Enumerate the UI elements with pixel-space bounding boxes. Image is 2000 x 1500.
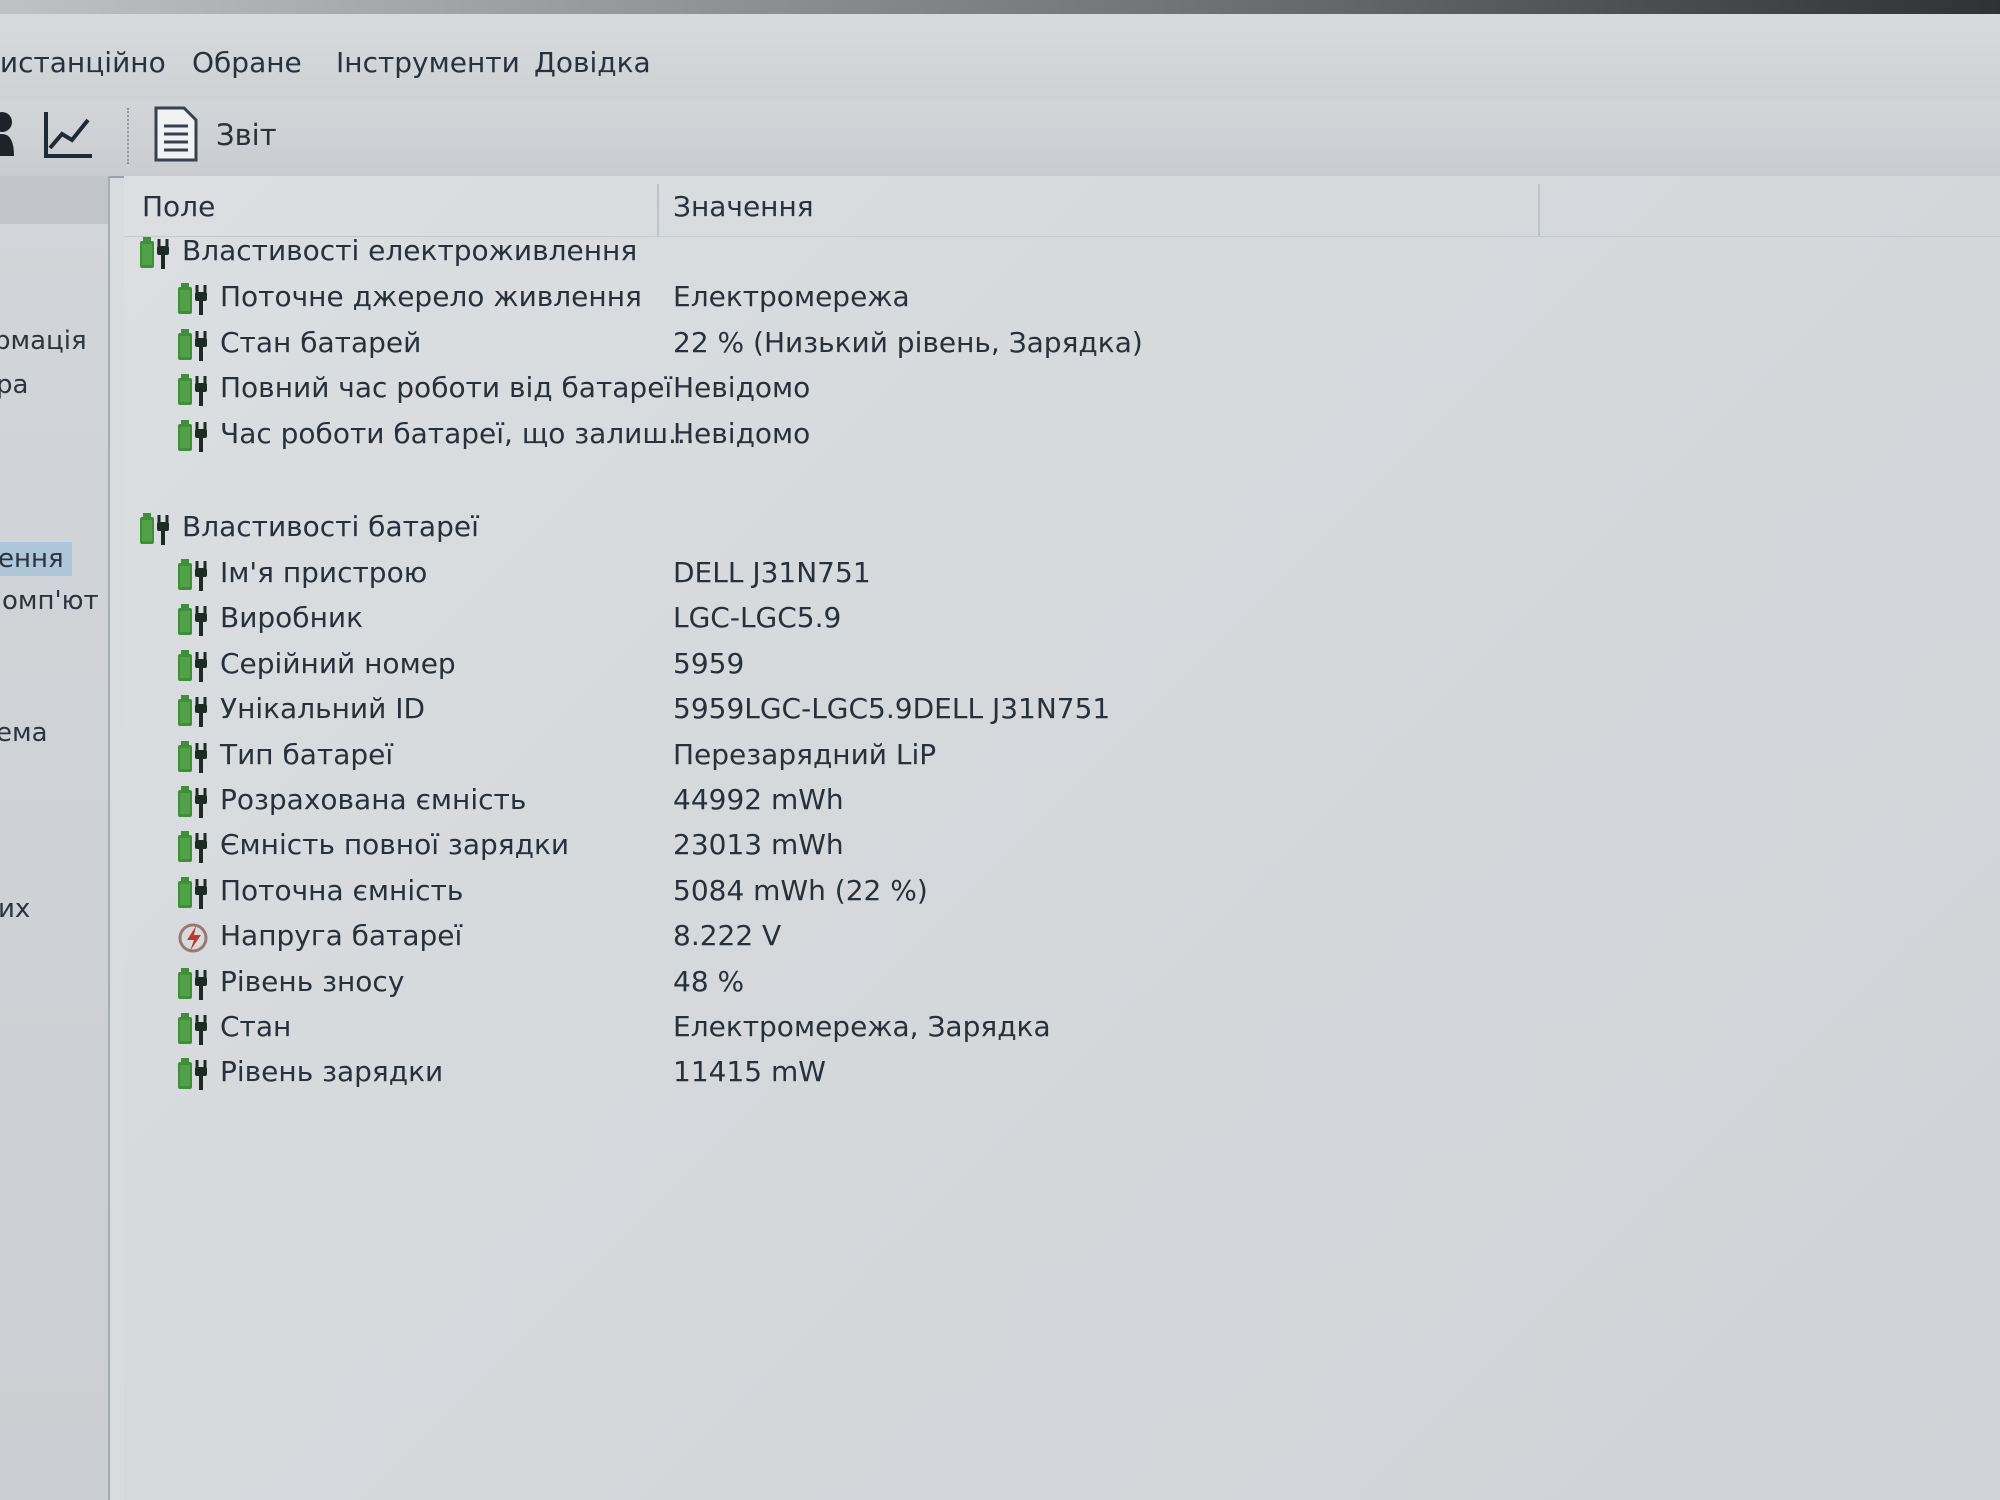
property-value: 5084 mWh (22 %) [673,874,928,907]
group-title: Властивості батареї [182,510,479,543]
battery-plug-icon [138,512,174,546]
property-name: Серійний номер [220,647,456,680]
property-name: Тип батареї [220,738,394,771]
property-value: 8.222 V [673,919,782,952]
group-title: Властивості електроживлення [182,234,638,267]
property-row[interactable]: Повний час роботи від батареї Невідомо [0,371,2000,415]
property-name: Поточне джерело живлення [220,280,642,313]
battery-plug-icon [138,236,174,270]
toolbar [0,100,2000,178]
battery-plug-icon [176,373,212,407]
property-name: Ємність повної зарядки [220,828,570,861]
menu-favorites[interactable]: Обране [192,46,302,79]
property-name: Стан батарей [220,326,422,359]
sidebar-header-strip [0,176,108,224]
column-divider-end[interactable] [1538,184,1540,236]
chart-icon[interactable] [42,108,94,164]
report-button-label[interactable]: Звіт [216,118,277,152]
menu-tools[interactable]: Інструменти [336,46,520,79]
report-icon[interactable] [154,106,198,166]
battery-plug-icon [176,649,212,683]
property-value: Невідомо [673,371,811,404]
property-row[interactable]: Виробник LGC-LGC5.9 [0,601,2000,645]
property-row[interactable]: Унікальний ID 5959LGC-LGC5.9DELL J31N751 [0,692,2000,736]
battery-plug-icon [176,419,212,453]
property-row[interactable]: Напруга батареї 8.222 V [0,919,2000,963]
property-name: Стан [220,1010,292,1043]
property-row[interactable]: Ім'я пристрою DELL J31N751 [0,556,2000,600]
property-row[interactable]: Рівень зарядки 11415 mW [0,1055,2000,1099]
battery-plug-icon [176,740,212,774]
voltage-icon [176,921,212,955]
group-row[interactable]: Властивості електроживлення [0,234,2000,278]
property-row[interactable]: Ємність повної зарядки 23013 mWh [0,828,2000,872]
property-name: Повний час роботи від батареї [220,371,673,404]
toolbar-separator [127,108,129,164]
property-name: Час роботи батареї, що залиш... [220,417,695,450]
column-header-value[interactable]: Значення [673,190,814,223]
property-name: Рівень зносу [220,965,405,998]
column-header-field[interactable]: Поле [142,190,215,223]
property-name: Ім'я пристрою [220,556,428,589]
window-top-edge [0,0,2000,14]
property-value: DELL J31N751 [673,556,871,589]
property-value: Електромережа, Зарядка [673,1010,1051,1043]
battery-plug-icon [176,603,212,637]
property-value: Електромережа [673,280,910,313]
property-row[interactable]: Стан Електромережа, Зарядка [0,1010,2000,1054]
property-name: Рівень зарядки [220,1055,444,1088]
property-value: 22 % (Низький рівень, Зарядка) [673,326,1143,359]
battery-plug-icon [176,282,212,316]
property-row[interactable]: Поточна ємність 5084 mWh (22 %) [0,874,2000,918]
property-value: LGC-LGC5.9 [673,601,842,634]
property-value: 5959LGC-LGC5.9DELL J31N751 [673,692,1111,725]
menu-help[interactable]: Довідка [534,46,651,79]
battery-plug-icon [176,785,212,819]
column-divider[interactable] [657,184,659,236]
battery-plug-icon [176,1057,212,1091]
property-row[interactable]: Рівень зносу 48 % [0,965,2000,1009]
property-row[interactable]: Розрахована ємність 44992 mWh [0,783,2000,827]
user-icon[interactable] [0,110,20,162]
battery-plug-icon [176,694,212,728]
property-name: Унікальний ID [220,692,426,725]
menu-remote[interactable]: Дистанційно [0,46,166,79]
property-row[interactable]: Серійний номер 5959 [0,647,2000,691]
property-value: 11415 mW [673,1055,826,1088]
property-value: 48 % [673,965,745,998]
property-name: Виробник [220,601,363,634]
battery-plug-icon [176,328,212,362]
property-value: 5959 [673,647,745,680]
battery-plug-icon [176,876,212,910]
property-value: 23013 mWh [673,828,844,861]
property-row[interactable]: Тип батареї Перезарядний LiP [0,738,2000,782]
property-value: Невідомо [673,417,811,450]
property-value: Перезарядний LiP [673,738,937,771]
property-value: 44992 mWh [673,783,844,816]
property-row[interactable]: Поточне джерело живлення Електромережа [0,280,2000,324]
battery-plug-icon [176,558,212,592]
battery-plug-icon [176,967,212,1001]
property-name: Поточна ємність [220,874,464,907]
battery-plug-icon [176,830,212,864]
property-row[interactable]: Час роботи батареї, що залиш... Невідомо [0,417,2000,461]
property-row[interactable]: Стан батарей 22 % (Низький рівень, Заряд… [0,326,2000,370]
battery-plug-icon [176,1012,212,1046]
property-name: Напруга батареї [220,919,463,952]
property-name: Розрахована ємність [220,783,527,816]
group-row[interactable]: Властивості батареї [0,510,2000,554]
